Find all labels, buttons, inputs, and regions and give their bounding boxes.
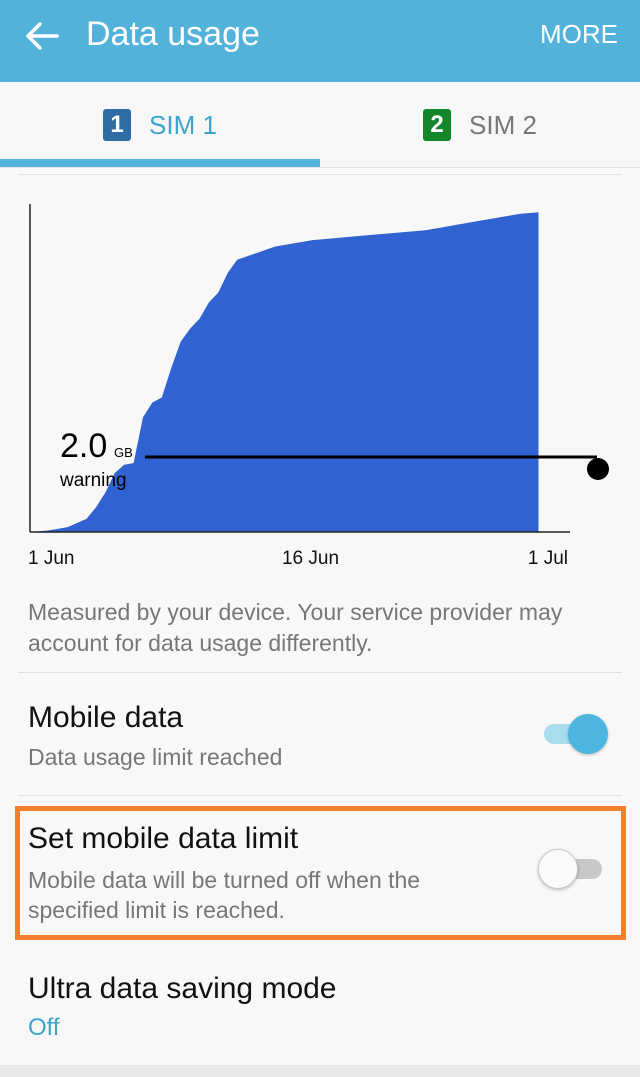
arrow-left-icon [26, 22, 59, 50]
toggle-thumb [538, 849, 578, 889]
data-limit-title: Set mobile data limit [28, 822, 299, 855]
warning-label: warning [59, 470, 127, 491]
data-limit-toggle[interactable] [536, 849, 606, 889]
mobile-data-subtitle: Data usage limit reached [28, 744, 283, 770]
warning-value: 2.0 [60, 427, 107, 465]
tab-sim-1-label: SIM 1 [149, 109, 217, 140]
warning-handle [587, 458, 609, 480]
tab-sim-2-label: SIM 2 [469, 109, 537, 140]
data-limit-subtitle-line1: Mobile data will be turned off when the [28, 867, 421, 893]
app-bar: Data usage MORE [0, 0, 640, 82]
mobile-data-title: Mobile data [28, 701, 184, 734]
tab-sim-2[interactable]: 2 SIM 2 [320, 82, 640, 168]
divider [18, 672, 622, 673]
tab-indicator [0, 159, 320, 167]
x-tick-label: 1 Jul [528, 548, 568, 569]
chart-note: Measured by your device. Your service pr… [28, 599, 563, 656]
x-tick-label: 1 Jun [28, 548, 74, 569]
sim-1-badge-icon: 1 [103, 109, 132, 141]
usage-chart-svg: 1 Jun 16 Jun 1 Jul 2.0 GB warning [28, 204, 609, 569]
page-title: Data usage [86, 15, 260, 53]
sim-2-badge-icon: 2 [423, 109, 452, 141]
mobile-data-toggle[interactable] [540, 714, 610, 754]
ultra-saving-title: Ultra data saving mode [28, 972, 337, 1005]
usage-chart[interactable]: 1 Jun 16 Jun 1 Jul 2.0 GB warning [0, 180, 640, 580]
warning-unit: GB [114, 445, 133, 460]
x-tick-label: 16 Jun [282, 548, 339, 569]
divider [18, 174, 622, 175]
ultra-saving-value: Off [28, 1014, 60, 1041]
data-limit-subtitle-line2: specified limit is reached. [28, 897, 285, 923]
toggle-thumb [568, 714, 608, 754]
divider [18, 795, 622, 796]
tab-sim-1[interactable]: 1 SIM 1 [0, 82, 320, 168]
more-button[interactable]: MORE [540, 19, 618, 50]
sim-tabs: 1 SIM 1 2 SIM 2 [0, 82, 640, 168]
bottom-edge [0, 1065, 640, 1077]
back-button[interactable] [20, 14, 64, 58]
